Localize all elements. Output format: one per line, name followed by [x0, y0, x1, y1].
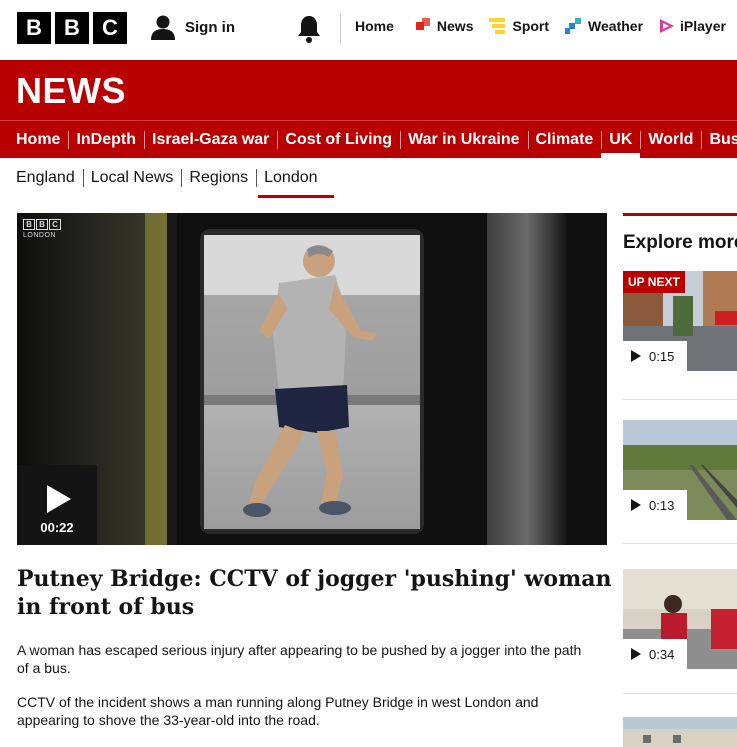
- sidebar-separator: [623, 693, 737, 694]
- section-world[interactable]: World: [640, 121, 701, 158]
- notifications-bell-icon[interactable]: [296, 14, 322, 44]
- subnav-regions[interactable]: Regions: [181, 158, 256, 198]
- subnav-london[interactable]: London: [256, 158, 334, 198]
- section-uk[interactable]: UK: [601, 121, 641, 158]
- section-business[interactable]: Business: [701, 121, 737, 158]
- nav-weather-label: Weather: [588, 18, 644, 34]
- sidebar-video-item[interactable]: 0:34: [623, 569, 737, 694]
- sidebar-separator: [623, 399, 737, 400]
- nav-news-label: News: [436, 18, 474, 34]
- duration-pill: 0:15: [623, 341, 687, 371]
- sign-in-label: Sign in: [185, 18, 235, 36]
- duration-pill: 0:13: [623, 490, 687, 520]
- hero-logo-letter-b2: B: [36, 219, 48, 230]
- section-war-in-ukraine[interactable]: War in Ukraine: [400, 121, 527, 158]
- sign-in-button[interactable]: Sign in: [150, 14, 235, 40]
- section-israel-gaza-war[interactable]: Israel-Gaza war: [144, 121, 277, 158]
- nav-home-label: Home: [355, 18, 394, 34]
- nav-weather-link[interactable]: Weather: [565, 18, 643, 34]
- sub-nav: England Local News Regions London: [0, 158, 737, 198]
- nav-news-link[interactable]: News: [415, 18, 474, 34]
- section-home[interactable]: Home: [8, 121, 68, 158]
- section-climate[interactable]: Climate: [527, 121, 602, 158]
- duration-label: 0:15: [649, 348, 675, 364]
- sidebar-thumbnail: 0:13: [623, 420, 737, 520]
- sidebar-video-item[interactable]: UP NEXT 0:15: [623, 271, 737, 400]
- news-icon: [415, 18, 430, 30]
- article-headline: Putney Bridge: CCTV of jogger 'pushing' …: [17, 566, 612, 620]
- video-duration: 00:22: [40, 520, 74, 535]
- masthead-divider: [340, 14, 341, 44]
- masthead: B B C Sign in Home News Sport Weather iP…: [0, 0, 737, 60]
- section-indepth[interactable]: InDepth: [68, 121, 144, 158]
- play-icon: [631, 499, 641, 511]
- subnav-england[interactable]: England: [8, 158, 83, 198]
- logo-letter-b1: B: [17, 12, 51, 44]
- subnav-local-news[interactable]: Local News: [82, 158, 182, 198]
- hero-logo-letter-b1: B: [23, 219, 35, 230]
- hero-logo-sub: LONDON: [23, 232, 56, 239]
- duration-label: 0:34: [649, 646, 675, 662]
- iplayer-icon: [660, 19, 675, 33]
- hero-video[interactable]: B B C LONDON 00:22: [17, 213, 607, 545]
- logo-letter-c: C: [93, 12, 127, 44]
- masthead-nav: Home News Sport Weather iPlayer: [355, 18, 737, 34]
- article-paragraph-1: A woman has escaped serious injury after…: [17, 642, 582, 676]
- building-scene-image: [623, 717, 737, 747]
- cctv-video-frame: [17, 213, 607, 545]
- article-paragraph-2: CCTV of the incident shows a man running…: [17, 694, 539, 728]
- nav-iplayer-link[interactable]: iPlayer: [659, 18, 726, 34]
- sport-icon: [489, 18, 506, 34]
- sidebar-video-item[interactable]: [623, 717, 737, 747]
- bbc-london-watermark: B B C: [23, 219, 61, 230]
- logo-letter-b2: B: [55, 12, 89, 44]
- bbc-logo[interactable]: B B C: [17, 12, 127, 44]
- nav-sport-label: Sport: [512, 18, 550, 34]
- nav-sport-link[interactable]: Sport: [489, 18, 549, 34]
- up-next-badge: UP NEXT: [623, 271, 685, 293]
- sidebar-separator: [623, 543, 737, 544]
- weather-icon: [565, 18, 582, 34]
- section-nav: Home InDepth Israel-Gaza war Cost of Liv…: [0, 120, 737, 158]
- explore-more-heading: Explore more: [623, 232, 737, 253]
- sidebar-thumbnail: [623, 717, 737, 747]
- play-icon: [47, 485, 71, 513]
- news-title[interactable]: NEWS: [16, 70, 126, 112]
- sidebar-thumbnail: UP NEXT 0:15: [623, 271, 737, 371]
- sidebar-thumbnail: 0:34: [623, 569, 737, 669]
- duration-pill: 0:34: [623, 639, 687, 669]
- play-icon: [631, 350, 641, 362]
- sidebar-rule: [623, 213, 737, 216]
- nav-iplayer-label: iPlayer: [680, 18, 726, 34]
- play-icon: [631, 648, 641, 660]
- nav-home-link[interactable]: Home: [355, 18, 400, 34]
- section-cost-of-living[interactable]: Cost of Living: [277, 121, 400, 158]
- sidebar-video-item[interactable]: 0:13: [623, 420, 737, 544]
- hero-logo-letter-c: C: [49, 219, 61, 230]
- user-icon: [151, 15, 175, 40]
- play-button[interactable]: 00:22: [17, 465, 97, 545]
- news-banner: NEWS: [0, 60, 737, 120]
- duration-label: 0:13: [649, 497, 675, 513]
